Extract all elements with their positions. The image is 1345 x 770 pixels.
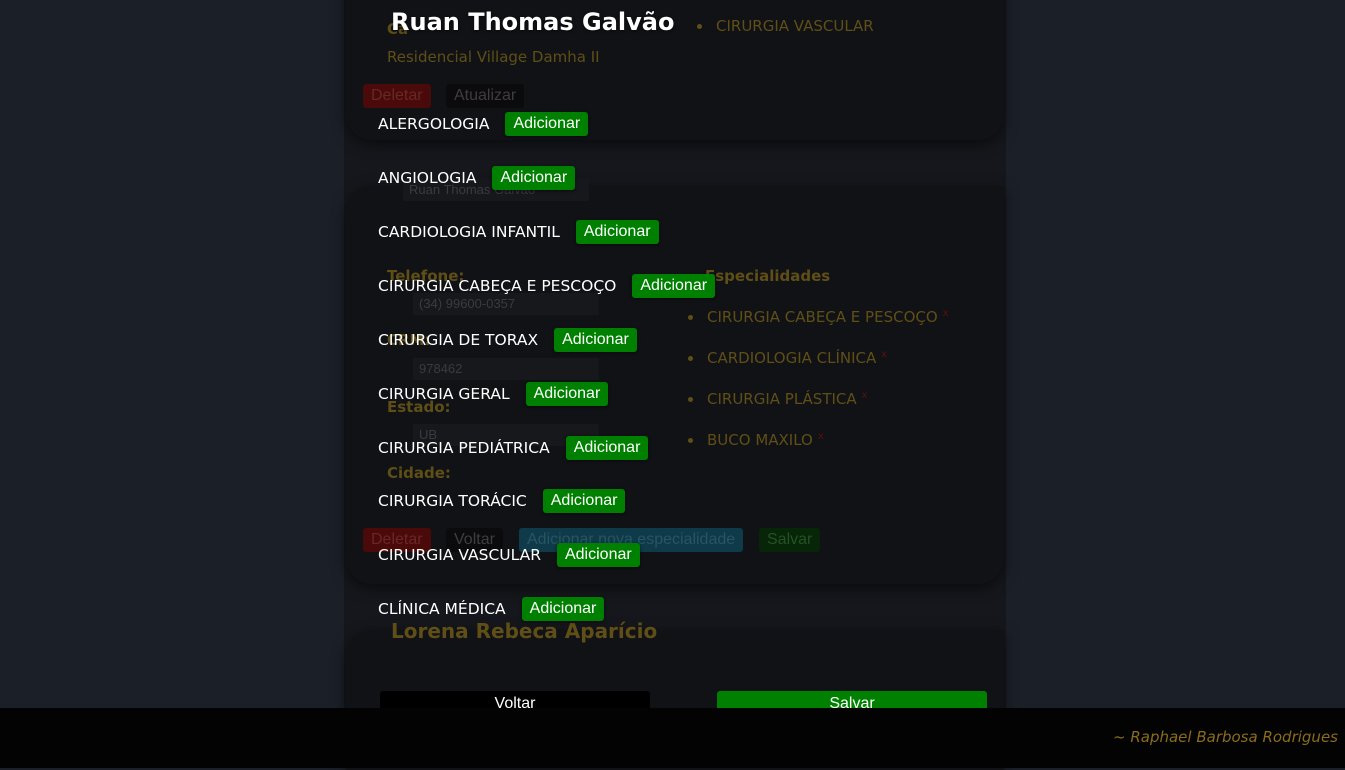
address-value: Residencial Village Damha II — [387, 48, 600, 66]
specialty-option-name: CARDIOLOGIA INFANTIL — [378, 223, 560, 241]
specialty-option-name: CIRURGIA VASCULAR — [378, 546, 541, 564]
update-button[interactable]: Atualizar — [446, 84, 525, 108]
modal-title: Ruan Thomas Galvão — [391, 8, 675, 36]
delete-button[interactable]: Deletar — [363, 84, 431, 108]
author-credit: ~ Raphael Barbosa Rodrigues — [1113, 728, 1338, 746]
especialidades-heading: Especialidades — [705, 267, 831, 285]
specialty-item: BUCO MAXILO x — [688, 431, 824, 449]
add-specialty-button[interactable]: Adicionar — [542, 489, 626, 513]
remove-icon[interactable]: x — [881, 349, 887, 360]
add-specialty-button[interactable]: Adicionar — [575, 220, 659, 244]
specialty-option-row: ANGIOLOGIA Adicionar — [378, 166, 576, 190]
add-specialty-button[interactable]: Adicionar — [556, 543, 640, 567]
bullet-icon — [688, 397, 693, 402]
specialty-option-row: CIRURGIA CABEÇA E PESCOÇO Adicionar — [378, 274, 716, 298]
specialty-option-row: CARDIOLOGIA INFANTIL Adicionar — [378, 220, 659, 244]
specialty-option-name: ALERGOLOGIA — [378, 115, 490, 133]
specialty-option-row: CIRURGIA GERAL Adicionar — [378, 382, 609, 406]
remove-icon[interactable]: x — [862, 390, 868, 401]
add-specialty-button[interactable]: Adicionar — [632, 274, 716, 298]
specialty-option-row: CIRURGIA TORÁCIC Adicionar — [378, 489, 626, 513]
specialty-option-row: CLÍNICA MÉDICA Adicionar — [378, 597, 605, 621]
specialty-option-row: CIRURGIA PEDIÁTRICA Adicionar — [378, 436, 649, 460]
add-specialty-button[interactable]: Adicionar — [505, 112, 589, 136]
page-footer: ~ Raphael Barbosa Rodrigues — [0, 708, 1345, 768]
specialty-option-name: CIRURGIA DE TORAX — [378, 331, 539, 349]
specialty-option-name: CIRURGIA PEDIÁTRICA — [378, 439, 550, 457]
bullet-icon — [688, 315, 693, 320]
specialty-option-row: CIRURGIA VASCULAR Adicionar — [378, 543, 640, 567]
specialty-item: CARDIOLOGIA CLÍNICA x — [688, 349, 887, 367]
doctor-name: Lorena Rebeca Aparício — [391, 619, 658, 643]
specialty-item: CIRURGIA PLÁSTICA x — [688, 390, 868, 408]
bullet-icon — [697, 24, 702, 29]
specialty-option-name: CLÍNICA MÉDICA — [378, 600, 506, 618]
add-specialty-button[interactable]: Adicionar — [554, 328, 637, 352]
add-specialty-button[interactable]: Adicionar — [565, 436, 649, 460]
remove-icon[interactable]: x — [943, 308, 949, 319]
remove-icon[interactable]: x — [818, 431, 824, 442]
specialty-option-row: CIRURGIA DE TORAX Adicionar — [378, 328, 637, 352]
add-specialty-button[interactable]: Adicionar — [521, 597, 605, 621]
save-button[interactable]: Salvar — [759, 528, 821, 552]
crm-input[interactable]: 978462 — [413, 358, 599, 380]
specialty-option-name: CIRURGIA CABEÇA E PESCOÇO — [378, 277, 617, 295]
specialty-option-name: ANGIOLOGIA — [378, 169, 477, 187]
add-specialty-button[interactable]: Adicionar — [492, 166, 576, 190]
bullet-icon — [688, 356, 693, 361]
bullet-icon — [688, 438, 693, 443]
cidade-label: Cidade: — [387, 464, 451, 482]
specialty-option-name: CIRURGIA TORÁCIC — [378, 492, 527, 510]
add-specialty-button[interactable]: Adicionar — [525, 382, 609, 406]
specialty-option-row: ALERGOLOGIA Adicionar — [378, 112, 589, 136]
specialty-item: CIRURGIA CABEÇA E PESCOÇO x — [688, 308, 949, 326]
specialty-item: CIRURGIA VASCULAR — [697, 17, 874, 35]
specialty-option-name: CIRURGIA GERAL — [378, 385, 510, 403]
